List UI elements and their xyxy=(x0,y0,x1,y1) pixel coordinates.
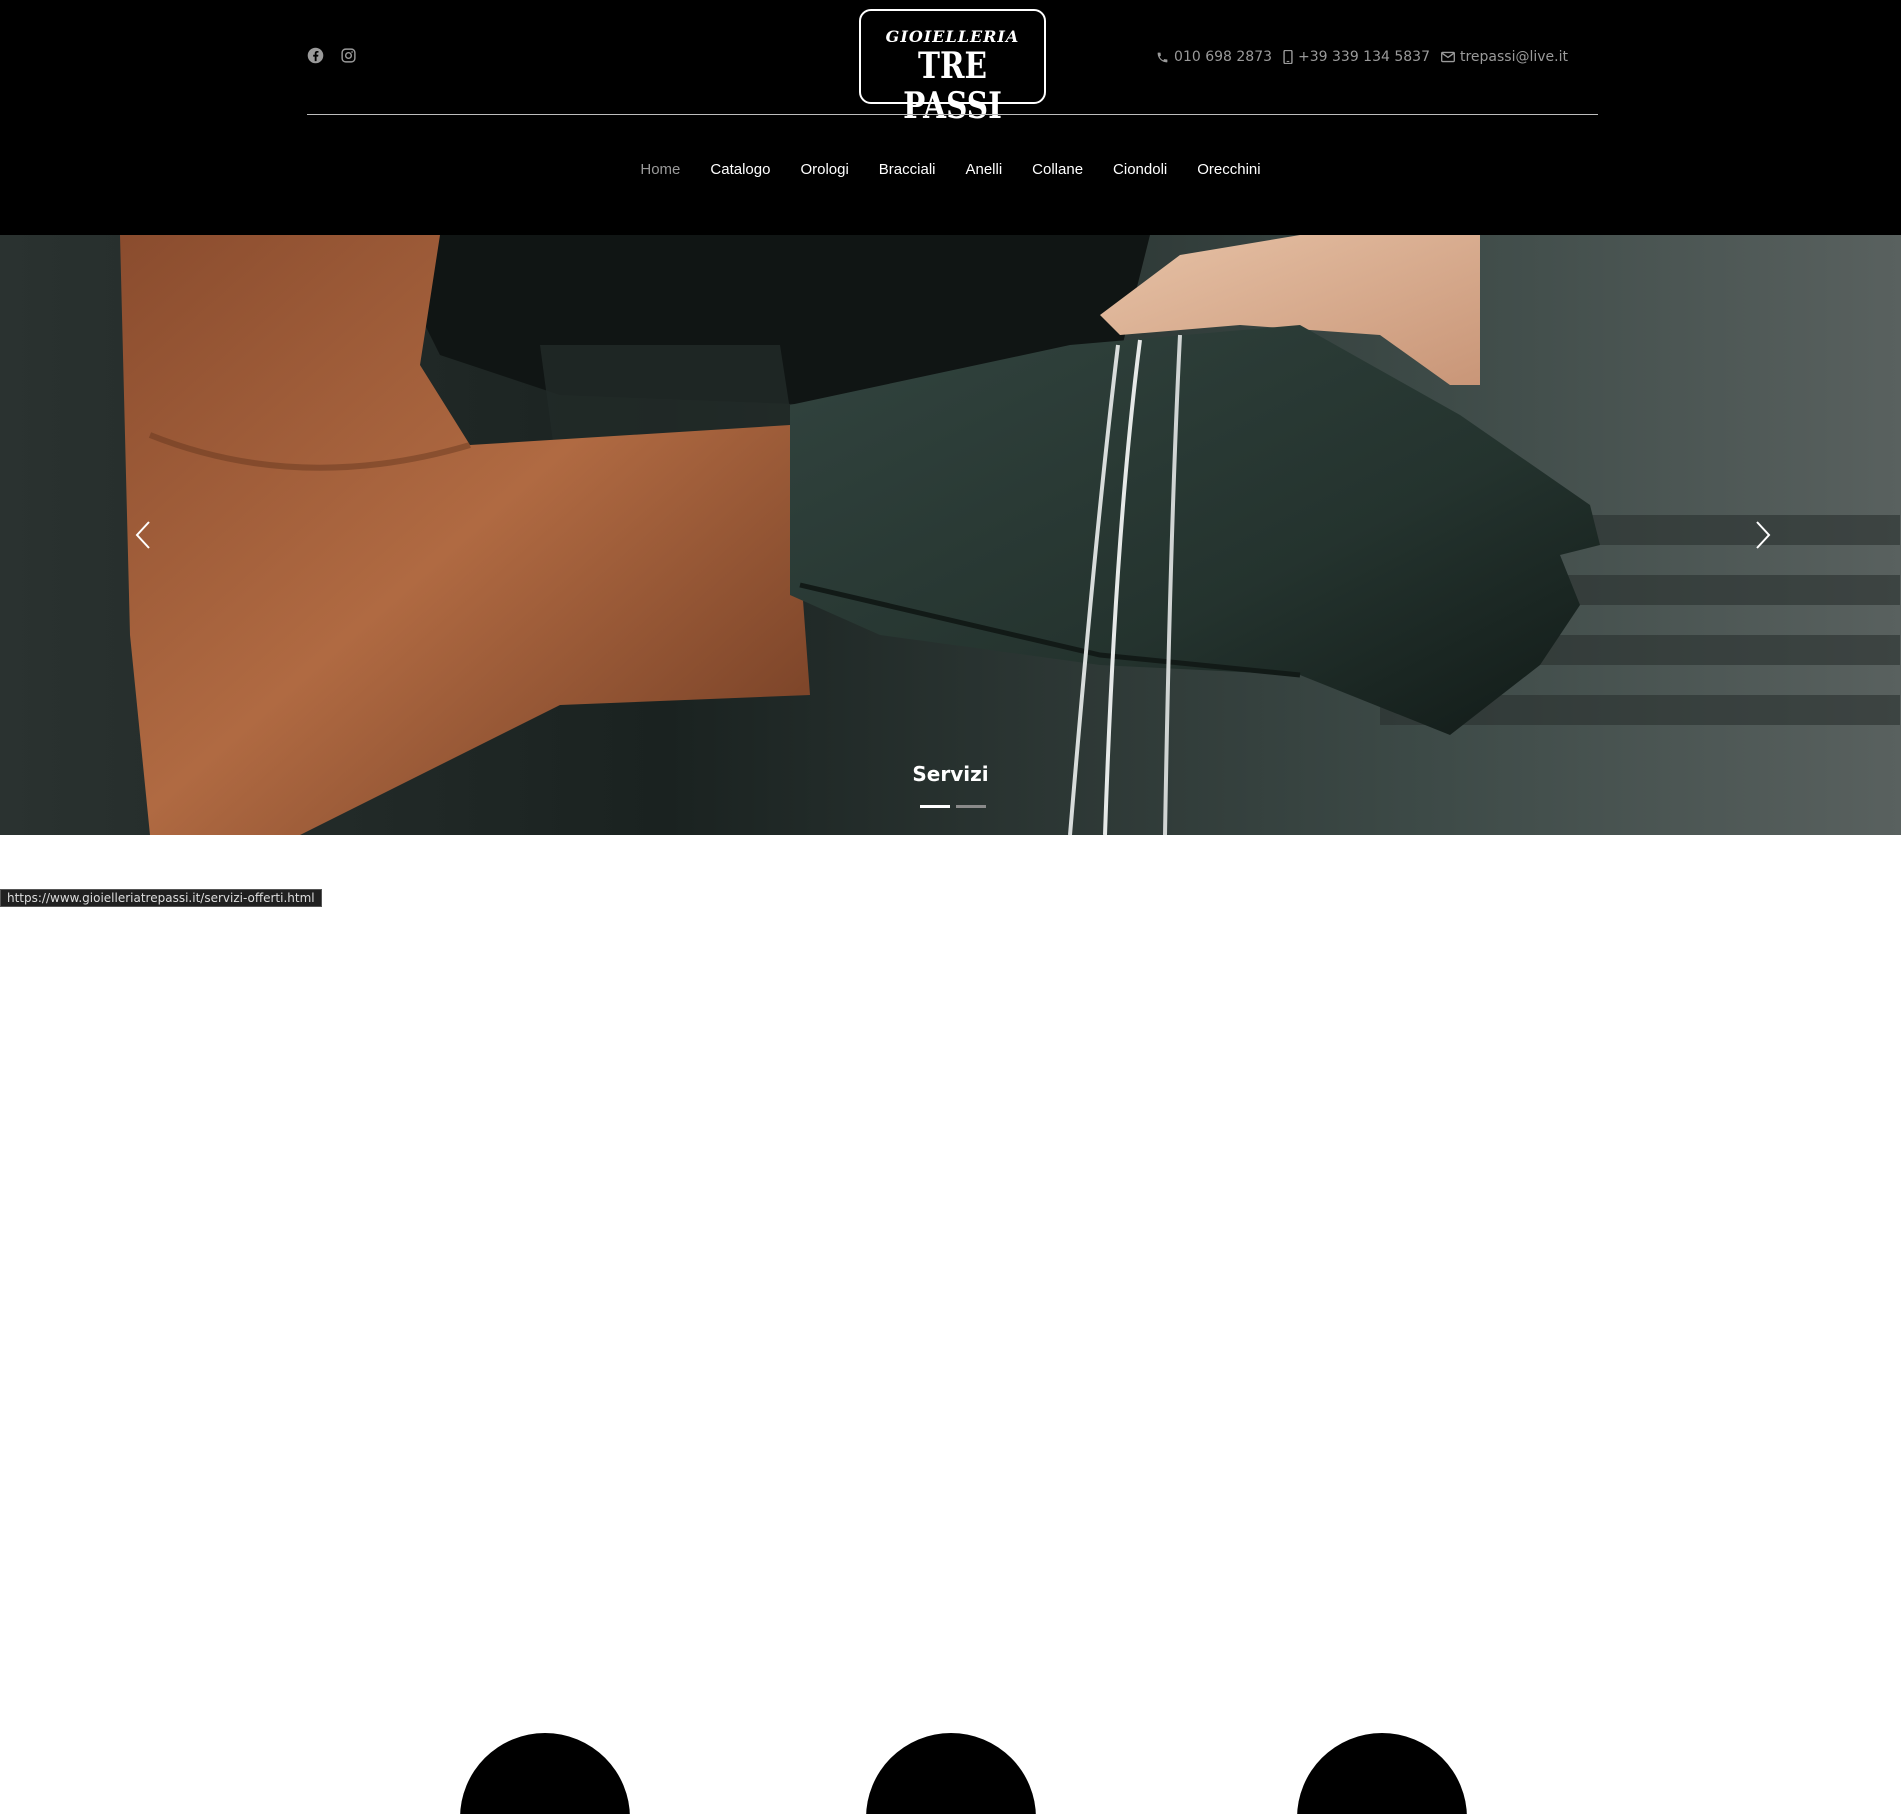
mobile-contact[interactable]: +39 339 134 5837 xyxy=(1283,49,1430,65)
hero-image xyxy=(0,235,1901,835)
service-circle-1[interactable] xyxy=(460,1733,630,1814)
chevron-left-icon xyxy=(135,521,150,549)
chevron-right-icon xyxy=(1756,521,1771,549)
phone-number: 010 698 2873 xyxy=(1174,49,1273,65)
contact-info: 010 698 2873 +39 339 134 5837 trepassi@l… xyxy=(1156,49,1568,65)
carousel-indicators xyxy=(920,805,986,808)
phone-icon xyxy=(1157,52,1168,62)
nav-home[interactable]: Home xyxy=(625,161,695,178)
nav-orecchini[interactable]: Orecchini xyxy=(1182,161,1275,178)
site-header: GIOIELLERIA TRE PASSI 010 698 2873 +39 3… xyxy=(0,0,1901,235)
main-nav: Home Catalogo Orologi Bracciali Anelli C… xyxy=(0,161,1901,178)
nav-bracciali[interactable]: Bracciali xyxy=(864,161,951,178)
social-links xyxy=(307,47,357,64)
service-circle-2[interactable] xyxy=(866,1733,1036,1814)
nav-anelli[interactable]: Anelli xyxy=(950,161,1017,178)
indicator-1[interactable] xyxy=(920,805,950,808)
slide-caption: Servizi xyxy=(912,762,989,786)
carousel-prev-button[interactable] xyxy=(133,520,155,550)
nav-catalogo[interactable]: Catalogo xyxy=(695,161,785,178)
logo-line1: GIOIELLERIA xyxy=(885,27,1020,46)
browser-status-bar: https://www.gioielleriatrepassi.it/servi… xyxy=(0,889,322,907)
nav-ciondoli[interactable]: Ciondoli xyxy=(1098,161,1182,178)
site-logo[interactable]: GIOIELLERIA TRE PASSI xyxy=(859,9,1046,126)
email-contact[interactable]: trepassi@live.it xyxy=(1441,49,1568,65)
phone-contact[interactable]: 010 698 2873 xyxy=(1156,49,1272,65)
service-circle-3[interactable] xyxy=(1297,1733,1467,1814)
envelope-icon xyxy=(1441,51,1455,63)
hero-carousel: Servizi xyxy=(0,235,1901,835)
email-address: trepassi@live.it xyxy=(1459,49,1568,65)
facebook-icon[interactable] xyxy=(307,47,324,64)
instagram-icon[interactable] xyxy=(340,47,357,64)
header-divider xyxy=(307,114,1598,115)
mobile-number: +39 339 134 5837 xyxy=(1298,49,1430,65)
mobile-icon xyxy=(1283,50,1293,64)
nav-orologi[interactable]: Orologi xyxy=(785,161,863,178)
carousel-next-button[interactable] xyxy=(1751,520,1773,550)
nav-collane[interactable]: Collane xyxy=(1017,161,1098,178)
indicator-2[interactable] xyxy=(956,805,986,808)
